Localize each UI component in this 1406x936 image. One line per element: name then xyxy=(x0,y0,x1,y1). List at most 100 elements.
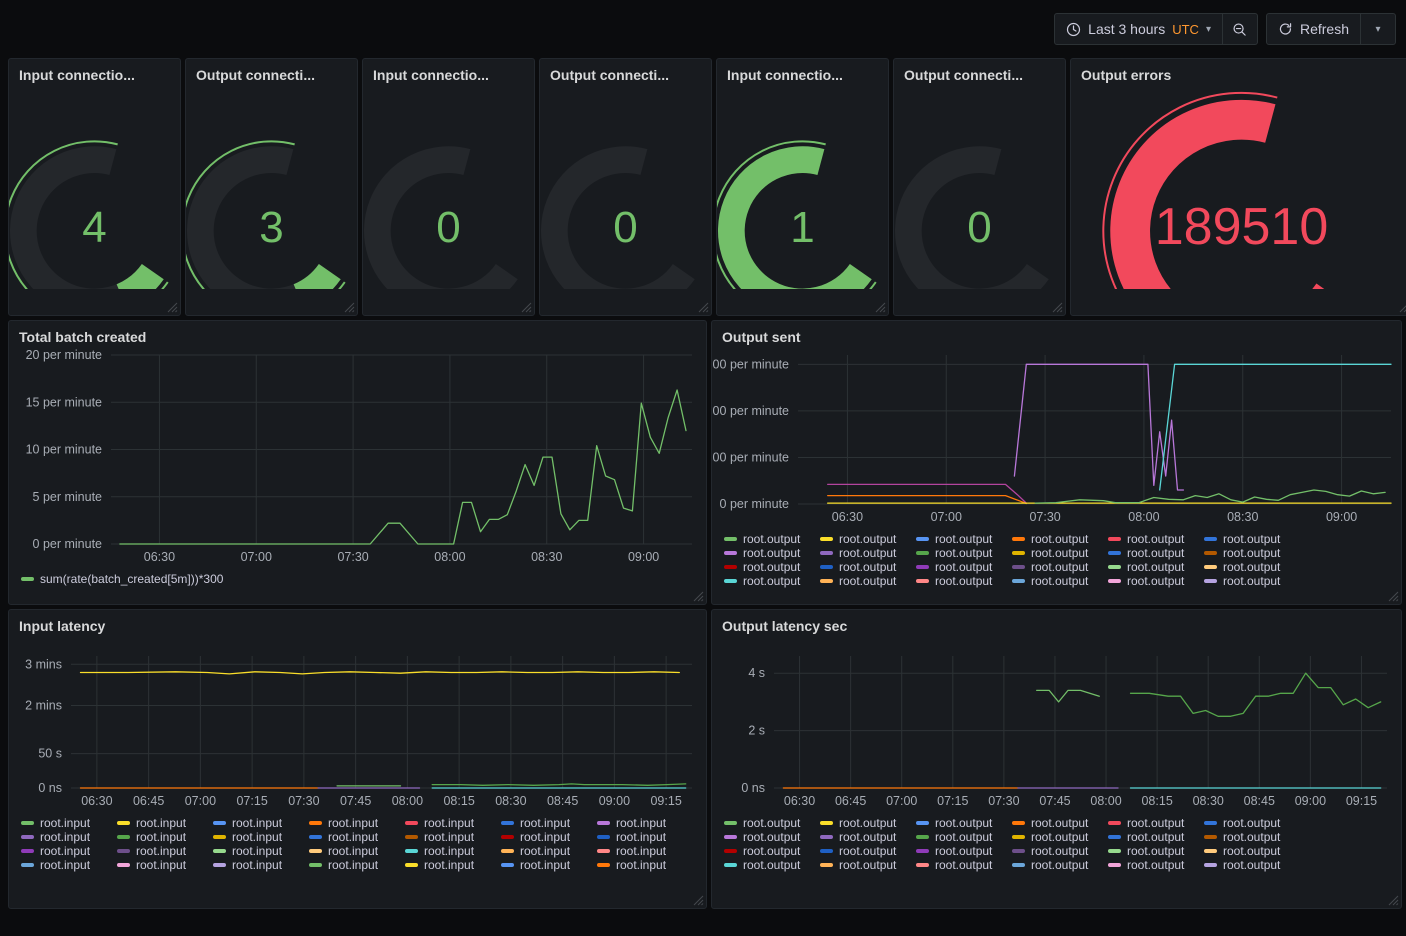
legend-item[interactable]: root.output xyxy=(1108,844,1204,858)
legend-item[interactable]: root.output xyxy=(1012,532,1108,546)
legend-item[interactable]: root.output xyxy=(1108,546,1204,560)
legend-item[interactable]: root.output xyxy=(724,830,820,844)
legend-item[interactable]: root.input xyxy=(21,844,117,858)
legend-item[interactable]: root.output xyxy=(724,560,820,574)
legend-item[interactable]: root.output xyxy=(1012,574,1108,588)
resize-handle[interactable] xyxy=(521,302,532,313)
legend-item[interactable]: root.output xyxy=(916,830,1012,844)
legend-item[interactable]: root.input xyxy=(405,816,501,830)
legend-item[interactable]: root.input xyxy=(213,844,309,858)
legend-item[interactable]: root.output xyxy=(1108,816,1204,830)
chart-input-latency[interactable]: 0 ns50 s2 mins3 mins06:3006:4507:0007:15… xyxy=(9,634,706,814)
legend-item[interactable]: root.output xyxy=(1012,546,1108,560)
chart-output-sent[interactable]: 0 per minute100 per minute200 per minute… xyxy=(712,345,1401,530)
legend-color-swatch xyxy=(309,821,322,825)
zoom-out-button[interactable] xyxy=(1223,14,1257,44)
resize-handle[interactable] xyxy=(167,302,178,313)
legend-item[interactable]: root.output xyxy=(1108,574,1204,588)
legend-item[interactable]: root.output xyxy=(1012,830,1108,844)
legend-item[interactable]: root.output xyxy=(916,574,1012,588)
chart-total-batch-created[interactable]: 0 per minute5 per minute10 per minute15 … xyxy=(9,345,706,570)
legend-item[interactable]: root.output xyxy=(724,816,820,830)
legend-item[interactable]: root.output xyxy=(724,574,820,588)
legend-item[interactable]: root.input xyxy=(309,816,405,830)
legend-color-swatch xyxy=(820,551,833,555)
legend-item[interactable]: root.input xyxy=(597,816,693,830)
resize-handle[interactable] xyxy=(1399,302,1406,313)
legend-item[interactable]: root.output xyxy=(916,816,1012,830)
legend-item[interactable]: root.output xyxy=(916,546,1012,560)
legend-item[interactable]: root.input xyxy=(405,844,501,858)
legend-item[interactable]: root.output xyxy=(1108,560,1204,574)
legend-item[interactable]: root.input xyxy=(21,830,117,844)
legend-item[interactable]: root.input xyxy=(117,844,213,858)
legend-item[interactable]: root.output xyxy=(1204,546,1300,560)
legend-item[interactable]: root.input xyxy=(309,830,405,844)
legend-item[interactable]: root.output xyxy=(820,532,916,546)
legend-item[interactable]: root.input xyxy=(117,858,213,872)
resize-handle[interactable] xyxy=(1388,591,1399,602)
legend-item[interactable]: root.input xyxy=(501,816,597,830)
legend-item[interactable]: root.output xyxy=(916,844,1012,858)
legend-item[interactable]: root.output xyxy=(1204,844,1300,858)
legend-item[interactable]: root.output xyxy=(1108,532,1204,546)
resize-handle[interactable] xyxy=(1052,302,1063,313)
legend-item[interactable]: root.output xyxy=(820,560,916,574)
legend-item[interactable]: root.output xyxy=(724,858,820,872)
legend-item[interactable]: sum(rate(batch_created[5m]))*300 xyxy=(21,572,233,586)
time-range-picker[interactable]: Last 3 hours UTC ▾ xyxy=(1055,14,1222,44)
legend-item[interactable]: root.input xyxy=(405,830,501,844)
legend-item[interactable]: root.output xyxy=(1204,532,1300,546)
legend-item[interactable]: root.input xyxy=(213,830,309,844)
legend-item[interactable]: root.output xyxy=(724,844,820,858)
legend-item[interactable]: root.input xyxy=(213,816,309,830)
resize-handle[interactable] xyxy=(698,302,709,313)
legend-item[interactable]: root.output xyxy=(1108,858,1204,872)
legend-item[interactable]: root.input xyxy=(597,858,693,872)
legend-item[interactable]: root.output xyxy=(820,830,916,844)
legend-item[interactable]: root.output xyxy=(1108,830,1204,844)
legend-item[interactable]: root.output xyxy=(820,546,916,560)
legend-item[interactable]: root.output xyxy=(1012,844,1108,858)
legend-item[interactable]: root.input xyxy=(501,830,597,844)
legend-item[interactable]: root.output xyxy=(820,844,916,858)
legend-item[interactable]: root.output xyxy=(724,546,820,560)
legend-item[interactable]: root.input xyxy=(501,844,597,858)
resize-handle[interactable] xyxy=(875,302,886,313)
legend-item[interactable]: root.output xyxy=(724,532,820,546)
legend-color-swatch xyxy=(724,565,737,569)
legend-item[interactable]: root.output xyxy=(1012,816,1108,830)
legend-item[interactable]: root.output xyxy=(820,858,916,872)
refresh-button[interactable]: Refresh xyxy=(1267,14,1360,44)
legend-item[interactable]: root.output xyxy=(1204,830,1300,844)
legend-row: root.outputroot.outputroot.outputroot.ou… xyxy=(724,560,1401,574)
legend-item[interactable]: root.output xyxy=(916,560,1012,574)
legend-item[interactable]: root.input xyxy=(21,858,117,872)
legend-item[interactable]: root.output xyxy=(1012,858,1108,872)
legend-item[interactable]: root.input xyxy=(309,844,405,858)
legend-item[interactable]: root.output xyxy=(820,574,916,588)
legend-item[interactable]: root.input xyxy=(213,858,309,872)
legend-item[interactable]: root.output xyxy=(916,532,1012,546)
legend-item[interactable]: root.input xyxy=(21,816,117,830)
legend-item[interactable]: root.output xyxy=(1012,560,1108,574)
refresh-interval-dropdown[interactable]: ▾ xyxy=(1361,14,1395,44)
resize-handle[interactable] xyxy=(344,302,355,313)
legend-item[interactable]: root.input xyxy=(117,816,213,830)
resize-handle[interactable] xyxy=(1388,895,1399,906)
legend-item[interactable]: root.input xyxy=(597,844,693,858)
legend-item[interactable]: root.output xyxy=(1204,574,1300,588)
legend-item[interactable]: root.input xyxy=(117,830,213,844)
legend-item[interactable]: root.input xyxy=(501,858,597,872)
legend-item[interactable]: root.input xyxy=(597,830,693,844)
legend-item[interactable]: root.input xyxy=(309,858,405,872)
chart-output-latency-sec[interactable]: 0 ns2 s4 s06:3006:4507:0007:1507:3007:45… xyxy=(712,634,1401,814)
legend-item[interactable]: root.output xyxy=(916,858,1012,872)
resize-handle[interactable] xyxy=(693,591,704,602)
legend-item[interactable]: root.output xyxy=(820,816,916,830)
legend-item[interactable]: root.output xyxy=(1204,560,1300,574)
legend-item[interactable]: root.input xyxy=(405,858,501,872)
resize-handle[interactable] xyxy=(693,895,704,906)
legend-item[interactable]: root.output xyxy=(1204,816,1300,830)
legend-item[interactable]: root.output xyxy=(1204,858,1300,872)
